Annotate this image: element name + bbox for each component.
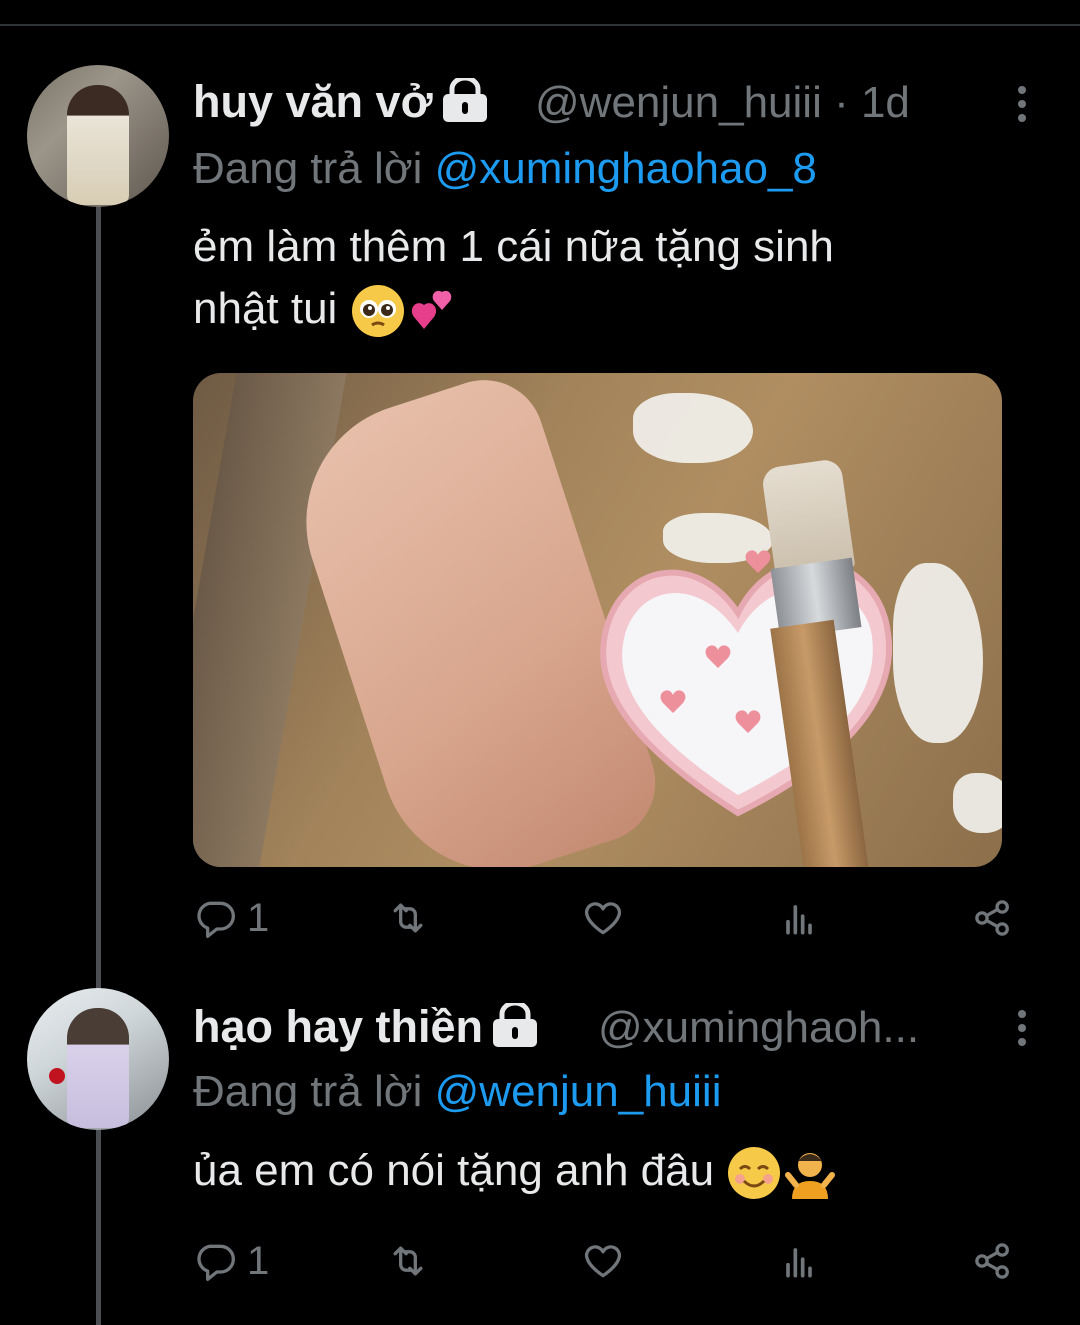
smiling-face-emoji [726,1145,782,1201]
analytics-button[interactable] [777,1236,821,1286]
two-hearts-emoji [406,283,462,339]
share-icon [975,1243,1009,1279]
reply-icon [197,1244,235,1281]
like-button[interactable] [581,893,625,943]
tweet-text: ủa em có nói tặng anh đâu [193,1140,993,1202]
top-divider [0,24,1080,26]
pleading-face-emoji [350,283,406,339]
reply-button[interactable]: 1 [193,893,269,943]
thread-connector-line [96,206,101,1325]
tweet-photo[interactable] [193,373,1002,867]
handle-and-time[interactable]: @xuminghaoh... [598,1003,919,1053]
like-button[interactable] [581,1236,625,1286]
tweet-text: ẻm làm thêm 1 cái nữa tặng sinh nhật tui [193,216,993,340]
analytics-icon [786,1248,812,1278]
more-options-icon[interactable] [1012,1004,1032,1052]
replying-to-link[interactable]: @wenjun_huiii [435,1067,722,1116]
lock-icon [489,1000,541,1058]
heart-icon [584,1245,622,1278]
retweet-icon [393,903,423,933]
replying-prefix: Đang trả lời [193,144,423,193]
lock-icon [439,75,491,133]
replying-prefix: Đang trả lời [193,1067,423,1116]
more-options-icon[interactable] [1012,80,1032,128]
avatar[interactable] [27,988,169,1130]
display-name-text[interactable]: hạo hay thiền [193,1001,483,1052]
reply-icon [197,901,235,938]
display-name-text[interactable]: huy văn vở [193,76,433,127]
share-icon [975,900,1009,936]
retweet-icon [393,1246,423,1276]
share-button[interactable] [971,1236,1015,1286]
replying-to: Đang trả lời @wenjun_huiii [193,1067,721,1117]
paint-splash [893,563,983,743]
rose [49,1068,65,1084]
replying-to-link[interactable]: @xuminghaohao_8 [435,144,817,193]
display-name[interactable]: huy văn vở [193,75,491,133]
photo-board [193,373,347,867]
reply-button[interactable]: 1 [193,1236,269,1286]
share-button[interactable] [971,893,1015,943]
display-name[interactable]: hạo hay thiền [193,1000,541,1058]
tweet-text-line-1: ẻm làm thêm 1 cái nữa tặng sinh [193,222,834,271]
tweet-actions: 1 [193,1236,1013,1286]
heart-icon [584,902,622,935]
retweet-button[interactable] [386,893,430,943]
handle-and-time[interactable]: @wenjun_huiii · 1d [535,78,910,128]
retweet-button[interactable] [386,1236,430,1286]
paint-splash [633,393,753,463]
paint-splash [953,773,1002,833]
avatar-person [67,85,129,205]
person-shrugging-emoji [782,1145,838,1201]
tweet-text-line-2-text: nhật tui [193,284,338,333]
tweet-text-content: ủa em có nói tặng anh đâu [193,1146,715,1195]
analytics-icon [786,905,812,935]
reply-count: 1 [247,1238,270,1283]
tweet-actions: 1 [193,893,1013,943]
avatar[interactable] [27,65,169,207]
tweet-text-line-2: nhật tui [193,278,993,340]
avatar-person [67,1008,129,1128]
reply-count: 1 [247,895,270,940]
replying-to: Đang trả lời @xuminghaohao_8 [193,144,817,194]
analytics-button[interactable] [777,893,821,943]
